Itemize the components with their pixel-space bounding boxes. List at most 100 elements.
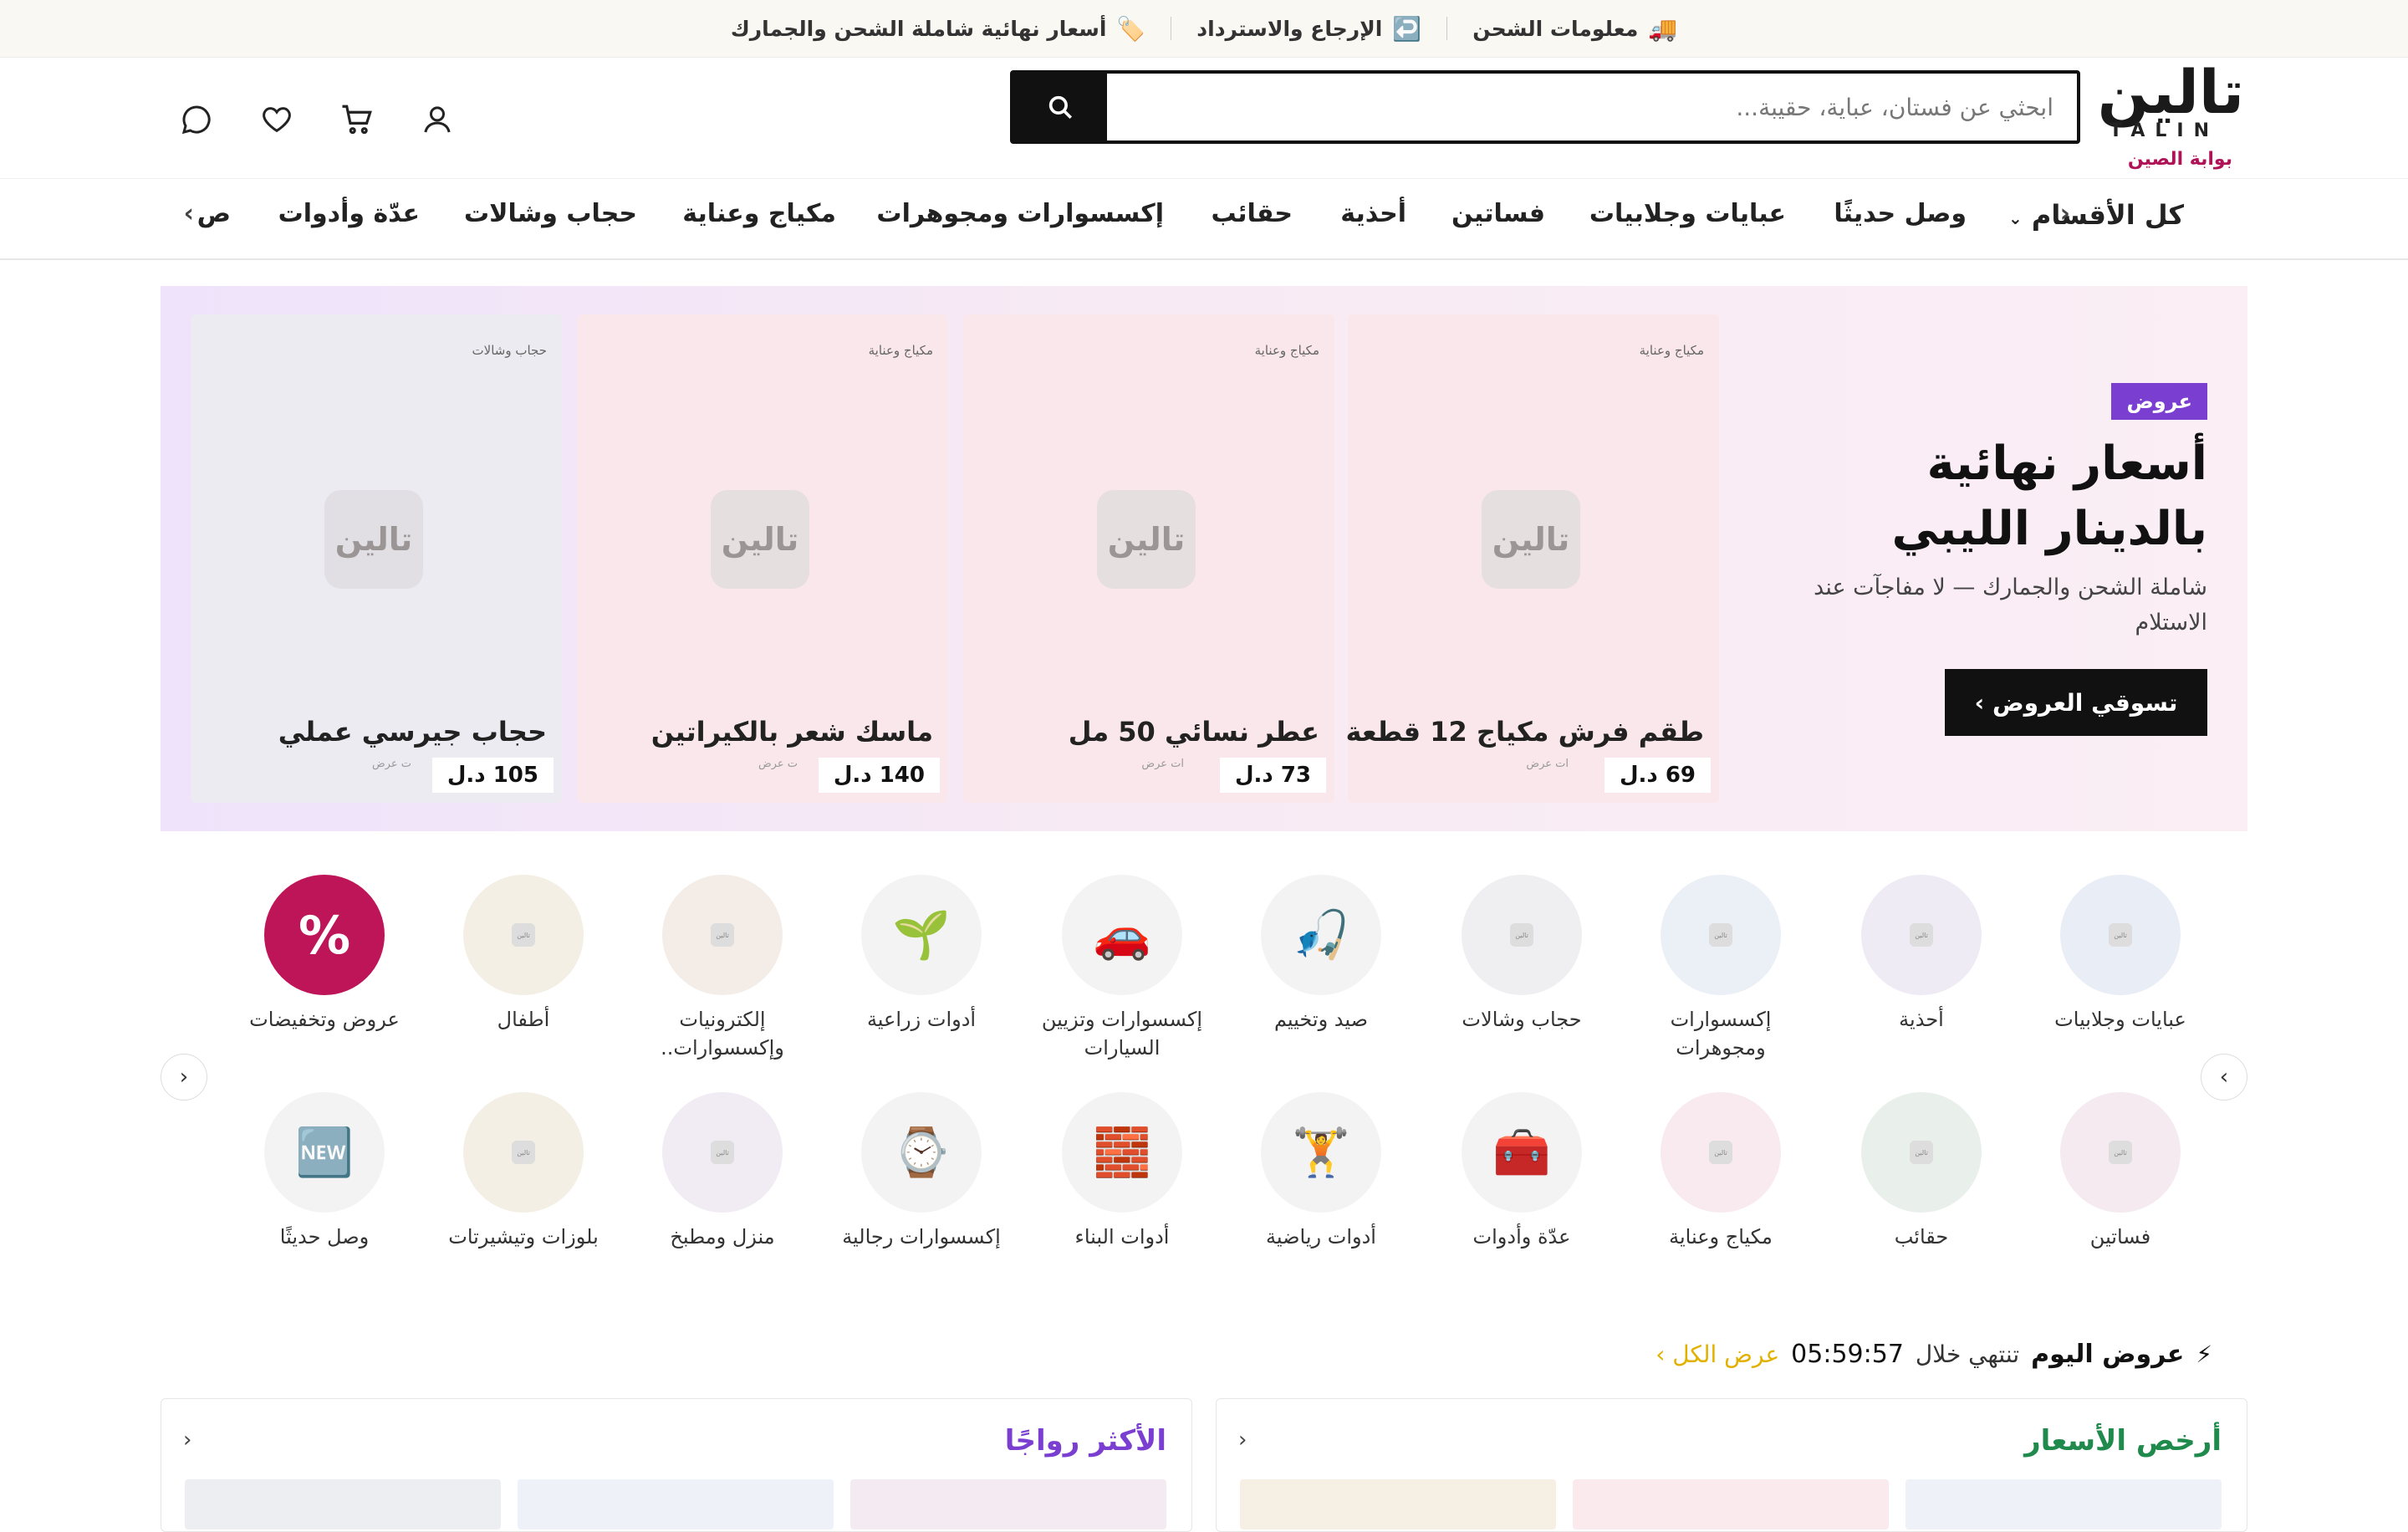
lightning-icon: ⚡ xyxy=(2196,1340,2212,1368)
category-thumb: تالين xyxy=(1510,923,1533,947)
category-label[interactable]: وصل حديثًا xyxy=(228,1223,421,1251)
site-logo[interactable]: تالين TALIN بوابة الصين xyxy=(2077,62,2244,176)
logo-tagline: بوابة الصين xyxy=(2127,149,2232,170)
category-label[interactable]: عروض وتخفيضات xyxy=(228,1005,421,1034)
product-card[interactable]: مكياج وعناية تالين طقم فرش مكياج 12 قطعة… xyxy=(1345,314,1719,803)
all-categories-menu[interactable]: كل الأقسام ⌄ xyxy=(2008,199,2184,231)
product-category: حجاب وشالات xyxy=(472,343,547,358)
returns-link[interactable]: ↩️ الإرجاع والاسترداد xyxy=(1196,15,1421,43)
all-categories-label: كل الأقسام xyxy=(2031,199,2184,231)
category-label[interactable]: بلوزات وتيشيرتات xyxy=(427,1223,620,1251)
category-circle-garden[interactable]: 🌱 xyxy=(861,875,982,995)
category-circle-mens[interactable]: ⌚ xyxy=(861,1092,982,1213)
product-thumb[interactable] xyxy=(1573,1479,1889,1529)
nav-item-bags[interactable]: حقائب xyxy=(1212,199,1293,228)
category-thumb: تالين xyxy=(1709,923,1732,947)
category-circle-tools[interactable]: 🧰 xyxy=(1462,1092,1582,1213)
category-circle-kids[interactable]: تالين xyxy=(463,875,584,995)
categories-next-button[interactable]: › xyxy=(2201,1054,2247,1100)
product-thumb[interactable] xyxy=(1240,1479,1556,1529)
cart-button[interactable] xyxy=(336,99,378,140)
category-label[interactable]: أدوات رياضية xyxy=(1225,1223,1417,1251)
category-label[interactable]: عبايات وجلابيات xyxy=(2024,1005,2217,1034)
category-label[interactable]: أحذية xyxy=(1825,1005,2018,1034)
category-circle-dresses[interactable]: تالين xyxy=(2060,1092,2181,1213)
product-card[interactable]: حجاب وشالات تالين حجاب جيرسي عملي ت عرض … xyxy=(191,314,562,803)
category-thumb: تالين xyxy=(1910,923,1933,947)
search-button[interactable] xyxy=(1013,74,1107,140)
category-label[interactable]: حجاب وشالات xyxy=(1426,1005,1618,1034)
category-label[interactable]: إلكترونيات وإكسسوارات.. xyxy=(626,1005,819,1062)
product-price: 73 د.ل xyxy=(1219,758,1326,793)
product-thumb[interactable] xyxy=(185,1479,501,1529)
category-label[interactable]: صيد وتخييم xyxy=(1225,1005,1417,1034)
chevron-left-icon: ‹ xyxy=(1238,1427,1247,1453)
category-circle-hijab[interactable]: تالين xyxy=(1462,875,1582,995)
category-circle-new[interactable]: 🆕 xyxy=(264,1092,385,1213)
hero-title-line1: أسعار نهائية xyxy=(1926,437,2207,491)
category-label[interactable]: أطفال xyxy=(427,1005,620,1034)
category-circle-blouses[interactable]: تالين xyxy=(463,1092,584,1213)
nav-item-makeup[interactable]: مكياج وعناية xyxy=(682,199,836,228)
cheapest-title: أرخص الأسعار xyxy=(2024,1424,2222,1458)
heart-icon xyxy=(263,107,291,133)
nav-scroll-prev[interactable]: ‹ xyxy=(2060,199,2070,228)
category-circle-car[interactable]: 🚗 xyxy=(1062,875,1182,995)
category-circle-abayas[interactable]: تالين xyxy=(2060,875,2181,995)
category-circle-makeup[interactable]: تالين xyxy=(1661,1092,1781,1213)
category-circle-sports[interactable]: 🏋 xyxy=(1261,1092,1381,1213)
category-label[interactable]: فساتين xyxy=(2024,1223,2217,1251)
category-label[interactable]: عدّة وأدوات xyxy=(1426,1223,1618,1251)
cheapest-more-button[interactable]: ‹ xyxy=(1238,1427,1247,1453)
nav-item-new[interactable]: وصل حديثًا xyxy=(1834,199,1967,228)
product-card[interactable]: مكياج وعناية تالين ماسك شعر بالكيراتين ت… xyxy=(577,314,948,803)
product-thumb[interactable] xyxy=(850,1479,1166,1529)
product-category: مكياج وعناية xyxy=(1639,343,1704,358)
nav-item-dresses[interactable]: فساتين xyxy=(1451,199,1545,228)
nav-item-shoes[interactable]: أحذية xyxy=(1340,199,1406,228)
category-label[interactable]: إكسسوارات وتزيين السيارات xyxy=(1026,1005,1218,1062)
category-label[interactable]: إكسسوارات رجالية xyxy=(825,1223,1018,1251)
category-label[interactable]: حقائب xyxy=(1825,1223,2018,1251)
brick-icon: 🧱 xyxy=(1093,1126,1151,1180)
nav-item-abayas[interactable]: عبايات وجلابيات xyxy=(1589,199,1786,228)
account-button[interactable] xyxy=(416,99,458,140)
product-card[interactable]: مكياج وعناية تالين عطر نسائي 50 مل ات عر… xyxy=(963,314,1334,803)
nav-scroll-next[interactable]: › xyxy=(184,199,194,228)
category-label[interactable]: أدوات البناء xyxy=(1026,1223,1218,1251)
shipping-info-link[interactable]: 🚚 معلومات الشحن xyxy=(1472,15,1677,43)
chevron-left-icon: ‹ xyxy=(179,1065,189,1090)
nav-item-tools[interactable]: عدّة وأدوات xyxy=(278,199,420,228)
deals-timer: 05:59:57 xyxy=(1791,1340,1904,1369)
search-input[interactable] xyxy=(1107,74,2077,140)
hero-subtitle: شاملة الشحن والجمارك — لا مفاجآت عند الا… xyxy=(1814,574,2207,636)
final-prices-link[interactable]: 🏷️ أسعار نهائية شاملة الشحن والجمارك xyxy=(731,15,1145,43)
view-all-link[interactable]: عرض الكل › xyxy=(1656,1340,1779,1368)
category-circle-bags[interactable]: تالين xyxy=(1861,1092,1982,1213)
category-circle-building[interactable]: 🧱 xyxy=(1062,1092,1182,1213)
category-circle-accessories[interactable]: تالين xyxy=(1661,875,1781,995)
category-label[interactable]: منزل ومطبخ xyxy=(626,1223,819,1251)
fishing-pole-icon: 🎣 xyxy=(1292,908,1350,963)
product-thumb[interactable] xyxy=(518,1479,834,1529)
shop-offers-button[interactable]: تسوقي العروض › xyxy=(1945,669,2207,736)
chat-button[interactable] xyxy=(176,99,217,140)
categories-prev-button[interactable]: ‹ xyxy=(161,1054,207,1100)
category-label[interactable]: إكسسوارات ومجوهرات xyxy=(1625,1005,1817,1062)
product-price: 140 د.ل xyxy=(818,758,940,793)
category-circle-offers[interactable]: % xyxy=(264,875,385,995)
category-circle-home[interactable]: تالين xyxy=(662,1092,783,1213)
trending-more-button[interactable]: ‹ xyxy=(183,1427,191,1453)
category-circle-fishing[interactable]: 🎣 xyxy=(1261,875,1381,995)
category-circle-electronics[interactable]: تالين xyxy=(662,875,783,995)
watch-icon: ⌚ xyxy=(892,1126,951,1180)
nav-item-hijab[interactable]: حجاب وشالات xyxy=(464,199,637,228)
category-label[interactable]: مكياج وعناية xyxy=(1625,1223,1817,1251)
category-circle-shoes[interactable]: تالين xyxy=(1861,875,1982,995)
nav-item-partial[interactable]: ص xyxy=(197,199,231,228)
returns-label: الإرجاع والاسترداد xyxy=(1196,16,1383,41)
wishlist-button[interactable] xyxy=(256,99,298,140)
product-thumb[interactable] xyxy=(1905,1479,2222,1529)
category-label[interactable]: أدوات زراعية xyxy=(825,1005,1018,1034)
nav-item-accessories[interactable]: إكسسوارات ومجوهرات xyxy=(876,199,1164,228)
